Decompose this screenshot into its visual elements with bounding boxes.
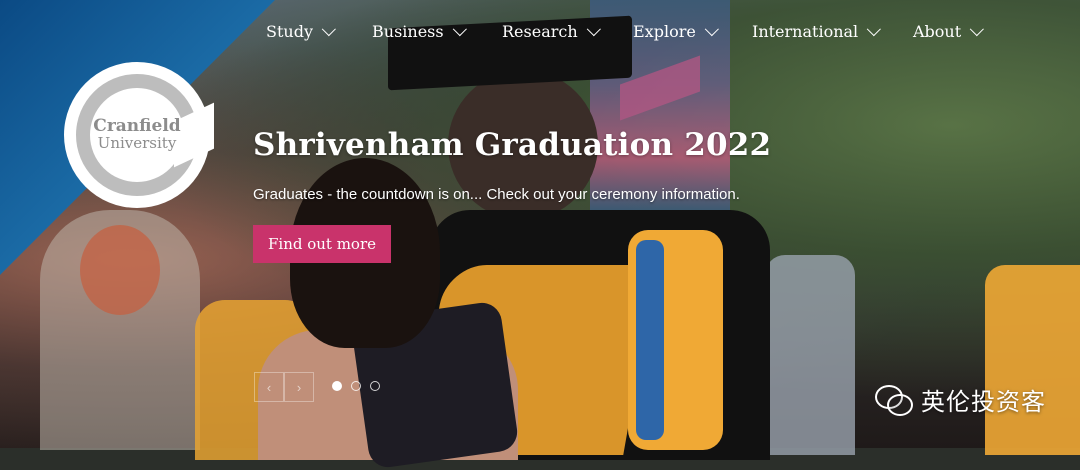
wechat-watermark: 英伦投资客 xyxy=(875,382,1046,417)
logo-line2: University xyxy=(97,134,177,153)
carousel-next-button[interactable]: › xyxy=(284,372,314,402)
university-logo[interactable]: Cranfield University xyxy=(64,62,214,208)
crowd-figure-head xyxy=(80,225,160,315)
slide-subtitle: Graduates - the countdown is on... Check… xyxy=(253,186,740,203)
nav-item-business[interactable]: Business xyxy=(372,21,467,41)
chevron-left-icon: ‹ xyxy=(266,379,272,395)
carousel-dot-2[interactable] xyxy=(351,381,361,391)
carousel-prev-button[interactable]: ‹ xyxy=(254,372,284,402)
wechat-icon xyxy=(875,384,913,416)
find-out-more-button[interactable]: Find out more xyxy=(253,225,391,263)
slide-title: Shrivenham Graduation 2022 xyxy=(253,127,772,163)
chevron-right-icon: › xyxy=(296,379,302,395)
nav-item-international[interactable]: International xyxy=(752,21,882,41)
nav-item-research[interactable]: Research xyxy=(502,21,601,41)
carousel-dot-3[interactable] xyxy=(370,381,380,391)
graduate-gown-right xyxy=(985,265,1080,455)
nav-item-about[interactable]: About xyxy=(913,21,985,41)
carousel-dot-1[interactable] xyxy=(332,381,342,391)
nav-item-study[interactable]: Study xyxy=(266,21,336,41)
background-man-right xyxy=(765,255,855,455)
nav-item-explore[interactable]: Explore xyxy=(633,21,719,41)
graduate-hood-trim xyxy=(636,240,664,440)
watermark-text: 英伦投资客 xyxy=(921,388,1046,416)
